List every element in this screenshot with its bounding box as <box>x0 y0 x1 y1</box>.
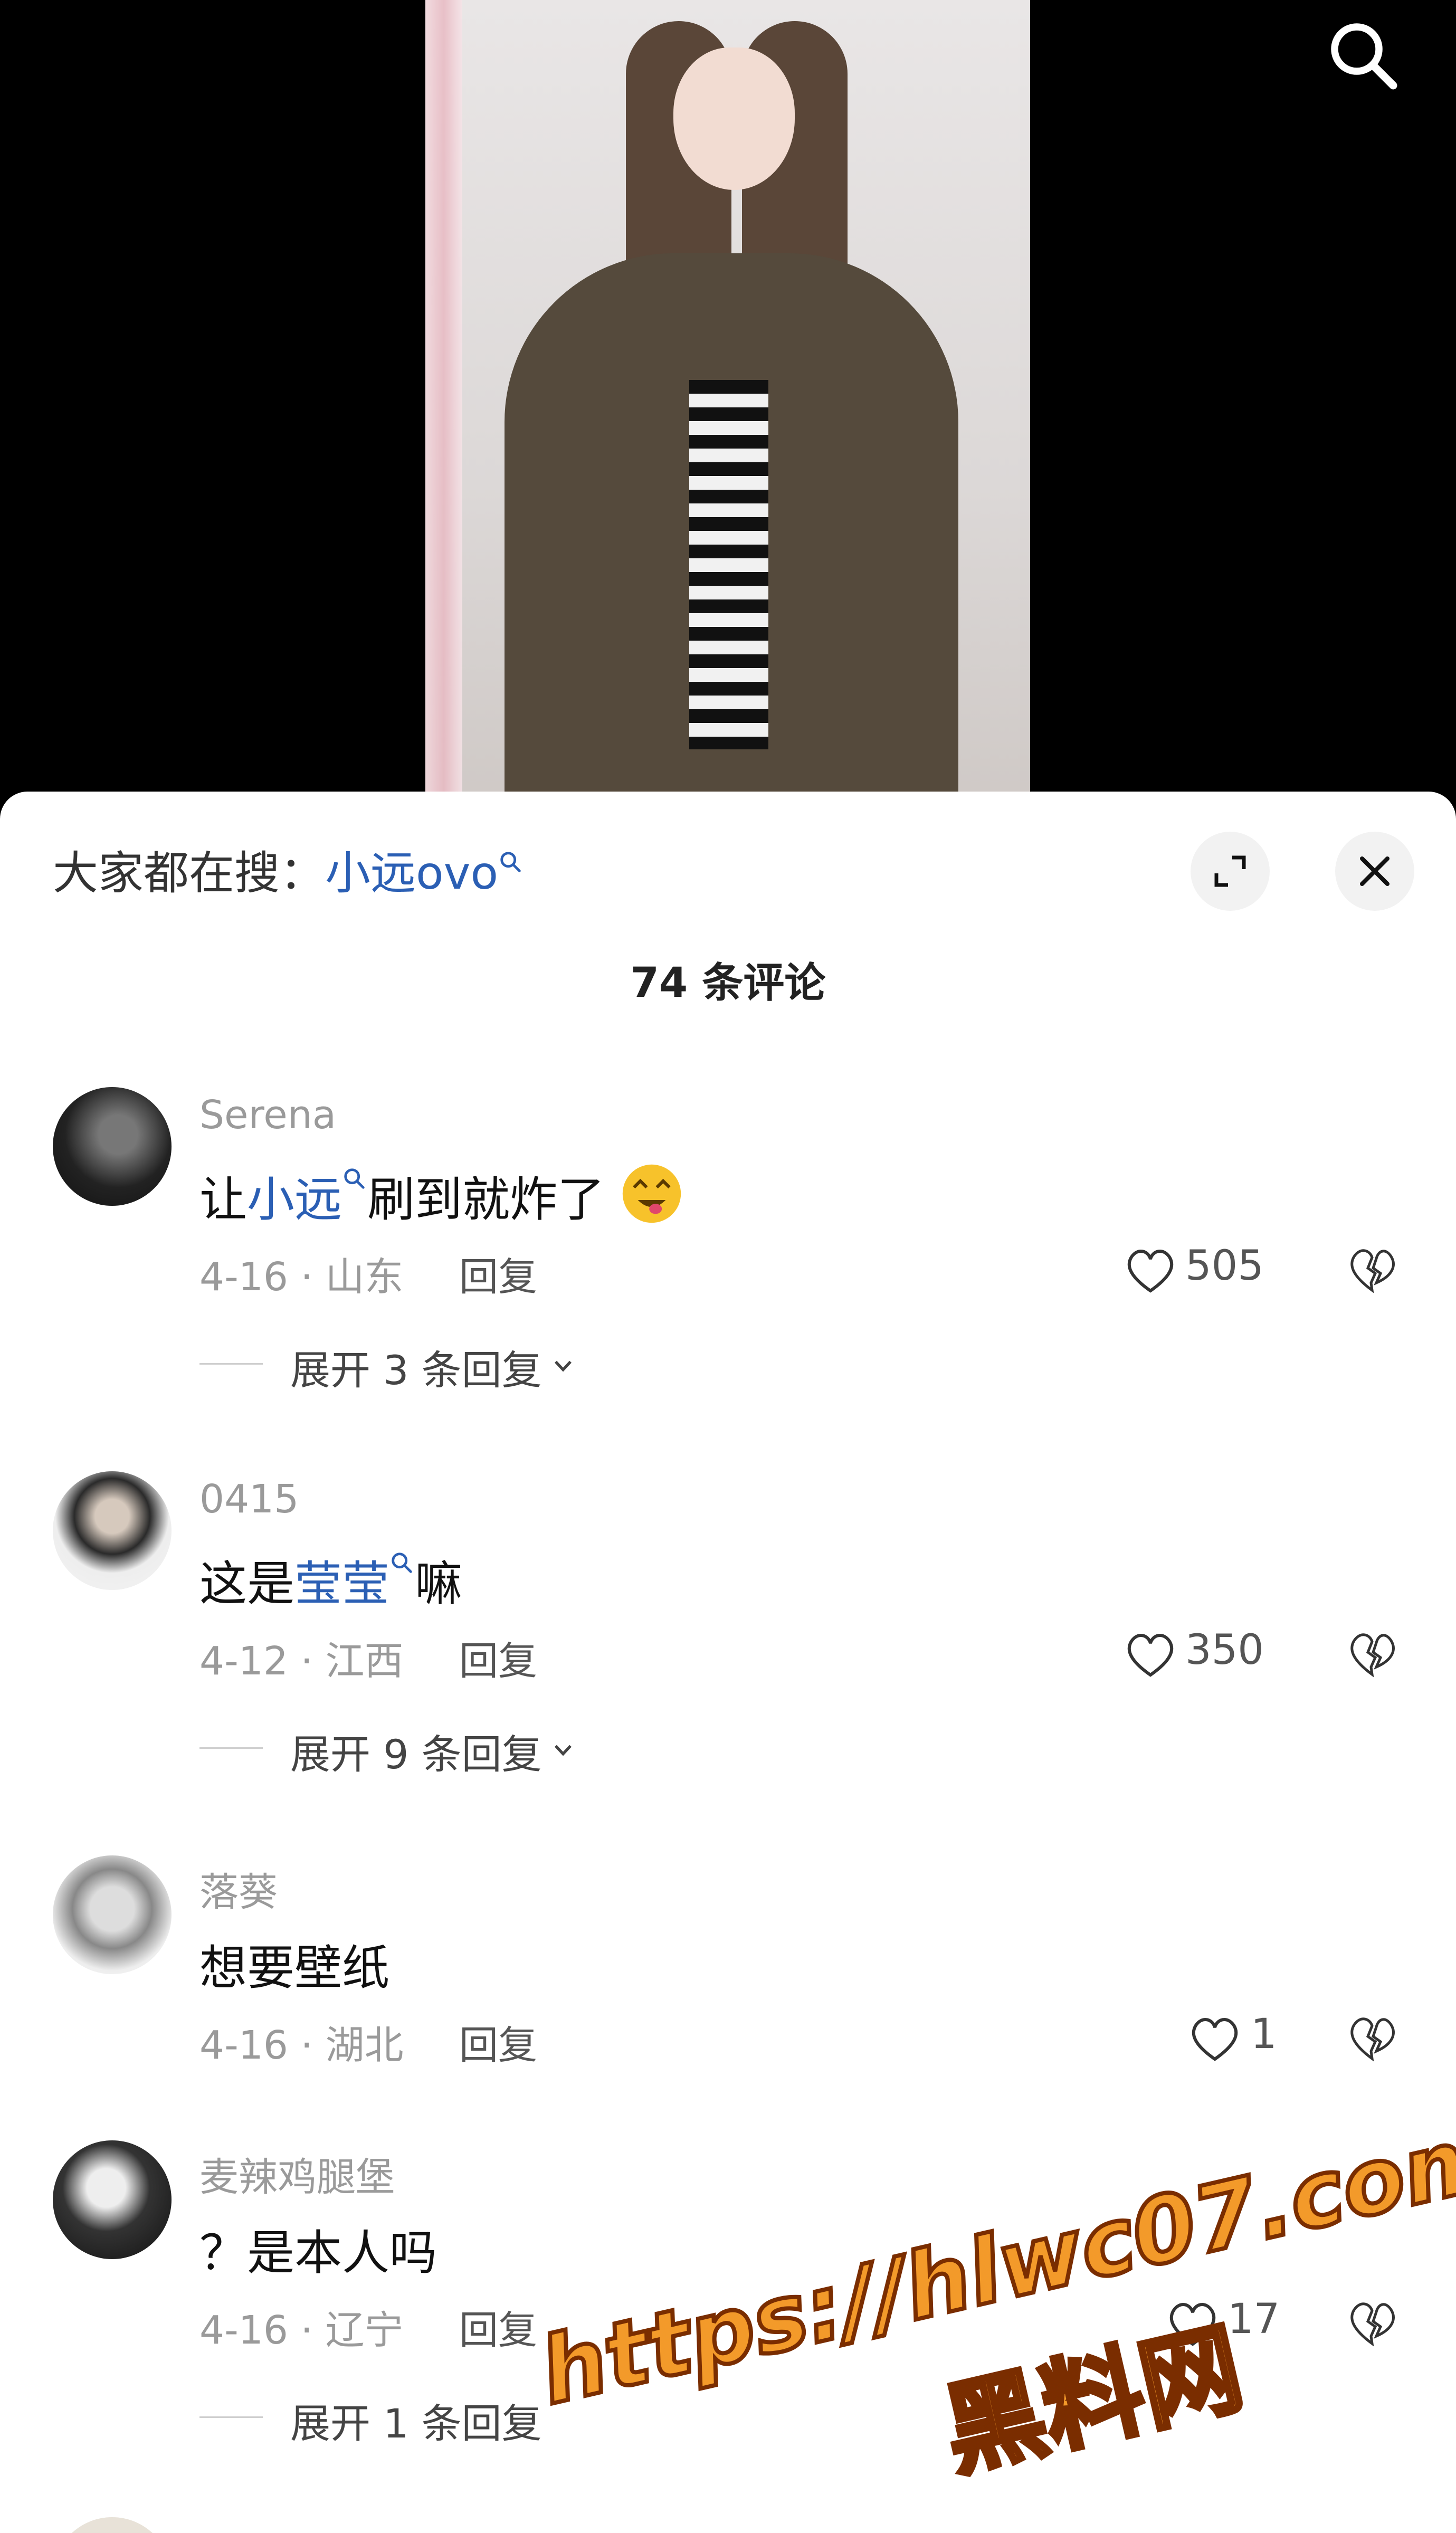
expand-replies-button[interactable]: 展开 1 条回复 <box>199 2391 601 2447</box>
avatar[interactable] <box>53 1471 172 1590</box>
reply-button[interactable]: 回复 <box>459 2014 537 2070</box>
comment-keyword-link[interactable]: 莹莹 <box>294 1556 389 1612</box>
comment-text-part: 刷到就炸了 <box>367 1172 605 1227</box>
comment-username[interactable]: 0415 <box>199 1477 299 1522</box>
keyword-search-icon <box>500 852 521 872</box>
avatar[interactable] <box>53 2517 172 2533</box>
heart-icon <box>1169 2303 1216 2346</box>
like-button[interactable]: 17 <box>1124 2293 1280 2351</box>
trending-search-bar[interactable]: 大家都在搜：小远ovo <box>53 844 524 902</box>
broken-heart-icon[interactable] <box>1346 2011 1398 2064</box>
reply-button[interactable]: 回复 <box>459 1630 537 1686</box>
expand-replies-label: 展开 1 条回复 <box>290 2400 542 2447</box>
like-count: 1 <box>1251 2011 1277 2058</box>
broken-heart-icon[interactable] <box>1346 1627 1398 1680</box>
close-sheet-button[interactable] <box>1335 832 1414 911</box>
divider-line <box>199 1363 263 1365</box>
comment-keyword-link[interactable]: 小远 <box>247 1172 342 1227</box>
expand-sheet-button[interactable] <box>1191 832 1270 911</box>
trending-prefix: 大家都在搜： <box>53 847 325 900</box>
heart-icon <box>1192 2018 1238 2061</box>
reply-button[interactable]: 回复 <box>459 1245 537 1302</box>
comment-count: 74 条评论 <box>630 959 826 1007</box>
broken-heart-icon[interactable] <box>1346 1243 1398 1296</box>
expand-replies-button[interactable]: 展开 3 条回复 <box>199 1338 601 1394</box>
divider-line <box>199 1747 263 1749</box>
comment-text-part: 这是 <box>199 1556 294 1612</box>
avatar[interactable] <box>53 1855 172 1974</box>
comment-username[interactable]: 落葵 <box>199 1861 278 1917</box>
reply-button[interactable]: 回复 <box>459 2299 537 2355</box>
comment-username[interactable]: Serena <box>199 1092 336 1138</box>
expand-icon <box>1214 855 1246 887</box>
comment-meta: 4-16 · 辽宁 <box>199 2308 404 2353</box>
striped-scarf <box>689 380 768 749</box>
chevron-down-icon <box>554 1745 572 1756</box>
comment-text: 让小远 刷到就炸了 <box>199 1161 683 1230</box>
heart-icon <box>1127 1250 1174 1293</box>
comment-meta: 4-16 · 湖北 <box>199 2023 404 2068</box>
comment-text: 这是莹莹嘛 <box>199 1545 462 1614</box>
person-face <box>673 47 795 190</box>
like-count: 17 <box>1227 2296 1280 2343</box>
comment-username[interactable]: 麦辣鸡腿堡 <box>199 2146 395 2202</box>
like-count: 350 <box>1185 1626 1264 1674</box>
video-player[interactable] <box>0 0 1456 807</box>
trending-keyword-link[interactable]: 小远ovo <box>325 847 498 900</box>
comment-text: 想要壁纸 <box>199 1940 389 1996</box>
close-icon <box>1360 856 1390 886</box>
keyword-search-icon <box>344 1168 365 1189</box>
comment-text-part: 嘛 <box>415 1556 462 1612</box>
divider-line <box>199 2416 263 2418</box>
avatar[interactable] <box>53 1087 172 1206</box>
yum-emoji-icon <box>622 1164 681 1223</box>
search-icon[interactable] <box>1324 16 1403 95</box>
like-button[interactable]: 1 <box>1145 2008 1277 2067</box>
comment-meta: 4-16 · 山东 <box>199 1254 404 1300</box>
comment-sheet: 大家都在搜：小远ovo 74 条评论 Serena 让小远 刷到就炸了 4-16 … <box>0 792 1456 2533</box>
like-count: 505 <box>1185 1242 1264 1290</box>
broken-heart-icon[interactable] <box>1346 2296 1398 2349</box>
heart-icon <box>1127 1634 1174 1677</box>
curtain-decoration <box>425 0 462 807</box>
like-button[interactable]: 505 <box>1082 1240 1272 1298</box>
comment-meta: 4-12 · 江西 <box>199 1639 404 1684</box>
comment-text: ？是本人吗 <box>199 2225 437 2281</box>
like-button[interactable]: 350 <box>1082 1624 1272 1682</box>
avatar[interactable] <box>53 2140 172 2259</box>
keyword-search-icon <box>392 1553 412 1573</box>
expand-replies-button[interactable]: 展开 9 条回复 <box>199 1722 601 1778</box>
chevron-down-icon <box>554 1360 572 1372</box>
expand-replies-label: 展开 9 条回复 <box>290 1731 542 1778</box>
expand-replies-label: 展开 3 条回复 <box>290 1347 542 1394</box>
video-frame[interactable] <box>425 0 1030 807</box>
comment-text-part: 让 <box>199 1172 247 1227</box>
